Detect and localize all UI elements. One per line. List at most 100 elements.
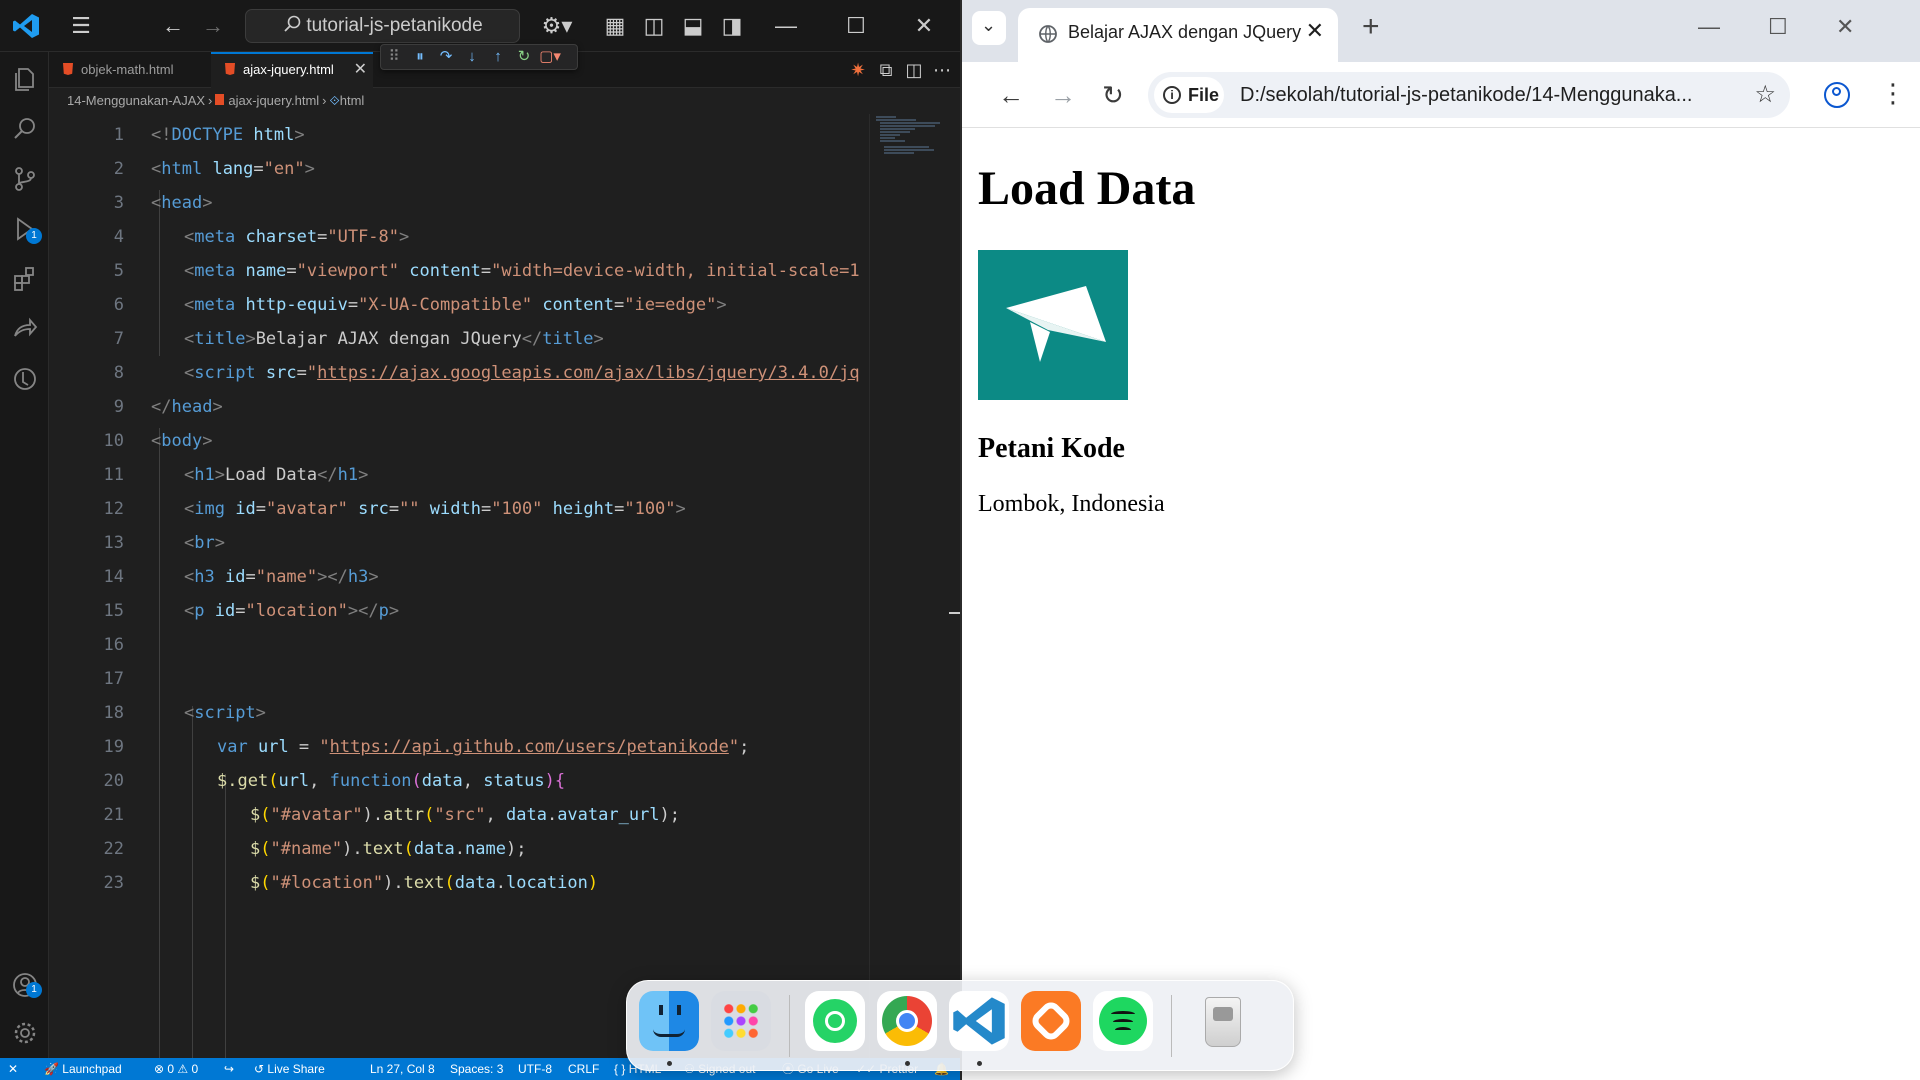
url-text[interactable]: D:/sekolah/tutorial-js-petanikode/14-Men… <box>1240 72 1740 118</box>
live-share-status[interactable]: ↺ Live Share <box>254 1058 325 1080</box>
vscode-window: ☰ ← → tutorial-js-petanikode ⚙▾ ▦ ◫ ⬓ ◨ … <box>0 0 962 1080</box>
back-arrow-icon[interactable]: ← <box>998 80 1024 110</box>
forward-arrow-icon[interactable]: → <box>1050 80 1076 110</box>
chrome-tab-active[interactable]: Belajar AJAX dengan JQuery ✕ <box>1018 8 1338 62</box>
toggle-primary-sidebar-icon[interactable]: ◫ <box>641 13 667 39</box>
toggle-secondary-sidebar-icon[interactable]: ◨ <box>719 13 745 39</box>
explorer-icon[interactable] <box>10 64 40 94</box>
maximize-icon[interactable]: ☐ <box>1768 14 1788 40</box>
launchpad-status[interactable]: 🚀 Launchpad <box>44 1058 122 1080</box>
user-location: Lombok, Indonesia <box>978 491 1165 517</box>
vscode-icon[interactable] <box>949 991 1009 1051</box>
more-actions-icon[interactable]: ⋯ <box>929 57 955 83</box>
close-icon[interactable]: ✕ <box>896 0 952 52</box>
split-editor-icon[interactable]: ◫ <box>901 57 927 83</box>
chrome-window: ⌄ Belajar AJAX dengan JQuery ✕ + — ☐ ✕ ←… <box>962 0 1920 1080</box>
search-icon[interactable] <box>10 114 40 144</box>
tab-objek-math[interactable]: objek-math.html <box>49 52 209 88</box>
chrome-icon[interactable] <box>877 991 937 1051</box>
breadcrumb-file[interactable]: ajax-jquery.html <box>228 93 319 108</box>
trash-icon[interactable] <box>1193 991 1253 1051</box>
user-name: Petani Kode <box>978 433 1125 464</box>
element-icon: ⟐ <box>329 93 340 108</box>
bookmark-star-icon[interactable]: ☆ <box>1754 80 1776 109</box>
close-icon[interactable]: ✕ <box>1836 14 1854 40</box>
breadcrumb-symbol[interactable]: html <box>340 93 365 108</box>
live-share-label: Live Share <box>267 1062 325 1076</box>
run-debug-badge: 1 <box>26 228 42 244</box>
whatsapp-icon[interactable] <box>805 991 865 1051</box>
encoding-status[interactable]: UTF-8 <box>518 1058 552 1080</box>
minimize-icon[interactable]: — <box>758 0 814 52</box>
debug-toolbar: ⠿ ⏸ ↷ ↓ ↑ ↻ ▢▾ <box>380 44 578 70</box>
chevron-down-icon: ⌄ <box>981 15 997 35</box>
preview-icon[interactable]: ✷ <box>845 57 871 83</box>
globe-icon <box>1039 25 1057 43</box>
live-share-small-icon[interactable]: ↪ <box>224 1058 234 1080</box>
line-number: 23 <box>103 873 124 893</box>
open-changes-icon[interactable]: ⧉ <box>873 57 899 83</box>
xampp-icon[interactable] <box>1021 991 1081 1051</box>
more-menu-icon[interactable]: ⋮ <box>1880 78 1906 108</box>
step-over-icon[interactable]: ↷ <box>433 45 459 69</box>
paper-plane-logo-icon <box>1006 286 1106 362</box>
minimap[interactable] <box>869 114 960 1058</box>
chrome-tab-strip: ⌄ Belajar AJAX dengan JQuery ✕ + — ☐ ✕ <box>962 0 1920 62</box>
script-src-link[interactable]: https://ajax.googleapis.com/ajax/libs/jq… <box>317 363 859 383</box>
chrome-toolbar: ← → ↻ i File D:/sekolah/tutorial-js-petan… <box>962 62 1920 128</box>
search-icon <box>284 15 301 32</box>
code-editor[interactable]: 1 <!DOCTYPE html> 2 <html lang="en"> 3 <hea… <box>49 114 960 1058</box>
running-indicator <box>977 1061 982 1066</box>
site-info-label: File <box>1188 85 1220 105</box>
html-file-icon <box>225 63 235 75</box>
indentation-status[interactable]: Spaces: 3 <box>450 1058 503 1080</box>
forward-arrow-icon[interactable]: → <box>200 13 226 39</box>
html-file-icon <box>63 63 73 75</box>
close-icon[interactable]: ✕ <box>1306 18 1324 44</box>
command-center-search[interactable]: tutorial-js-petanikode <box>245 9 520 43</box>
toggle-panel-icon[interactable]: ⬓ <box>680 13 706 39</box>
tab-ajax-jquery[interactable]: ajax-jquery.html ✕ <box>211 52 373 88</box>
launchpad-icon[interactable] <box>711 991 771 1051</box>
remote-indicator-icon[interactable]: ✕ <box>8 1058 18 1080</box>
minimize-icon[interactable]: — <box>1698 14 1720 40</box>
running-indicator <box>667 1061 672 1066</box>
profile-avatar-icon[interactable] <box>1824 82 1850 108</box>
step-out-icon[interactable]: ↑ <box>485 45 511 69</box>
extensions-icon[interactable] <box>10 264 40 294</box>
errors-count: 0 <box>167 1062 175 1076</box>
spotify-icon[interactable] <box>1093 991 1153 1051</box>
cursor-position[interactable]: Ln 27, Col 8 <box>370 1058 435 1080</box>
problems-status[interactable]: ⊗ 0 ⚠ 0 <box>154 1058 198 1080</box>
tab-label: ajax-jquery.html <box>243 62 334 77</box>
command-center-label: tutorial-js-petanikode <box>306 15 483 36</box>
tab-search-button[interactable]: ⌄ <box>972 11 1006 45</box>
activity-bar: 1 1 <box>0 52 49 1058</box>
source-control-icon[interactable] <box>10 164 40 194</box>
page-heading: Load Data <box>978 162 1196 215</box>
breadcrumb-folder[interactable]: 14-Menggunakan-AJAX <box>67 93 205 108</box>
close-icon[interactable]: ✕ <box>354 54 367 86</box>
step-into-icon[interactable]: ↓ <box>459 45 485 69</box>
finder-icon[interactable] <box>639 991 699 1051</box>
api-url-link[interactable]: https://api.github.com/users/petanikode <box>330 737 729 757</box>
new-tab-icon[interactable]: + <box>1362 12 1380 42</box>
menu-icon[interactable]: ☰ <box>68 13 94 39</box>
back-arrow-icon[interactable]: ← <box>160 13 186 39</box>
drag-handle-icon[interactable]: ⠿ <box>381 45 407 69</box>
customize-layout-icon[interactable]: ▦ <box>602 13 628 39</box>
timeline-icon[interactable] <box>10 364 40 394</box>
reload-icon[interactable]: ↻ <box>1102 80 1124 110</box>
restart-icon[interactable]: ↻ <box>511 45 537 69</box>
stop-icon[interactable]: ▢▾ <box>537 45 563 69</box>
site-info-chip[interactable]: i File <box>1154 77 1224 113</box>
address-bar[interactable]: i File D:/sekolah/tutorial-js-petanikode/… <box>1148 72 1790 118</box>
pause-icon[interactable]: ⏸ <box>407 45 433 69</box>
maximize-icon[interactable]: ☐ <box>828 0 884 52</box>
eol-status[interactable]: CRLF <box>568 1058 599 1080</box>
run-debug-dropdown-icon[interactable]: ⚙▾ <box>540 13 574 39</box>
launchpad-label: Launchpad <box>62 1062 122 1076</box>
live-share-icon[interactable] <box>10 314 40 344</box>
gear-icon[interactable] <box>10 1018 40 1048</box>
info-icon: i <box>1163 86 1181 104</box>
